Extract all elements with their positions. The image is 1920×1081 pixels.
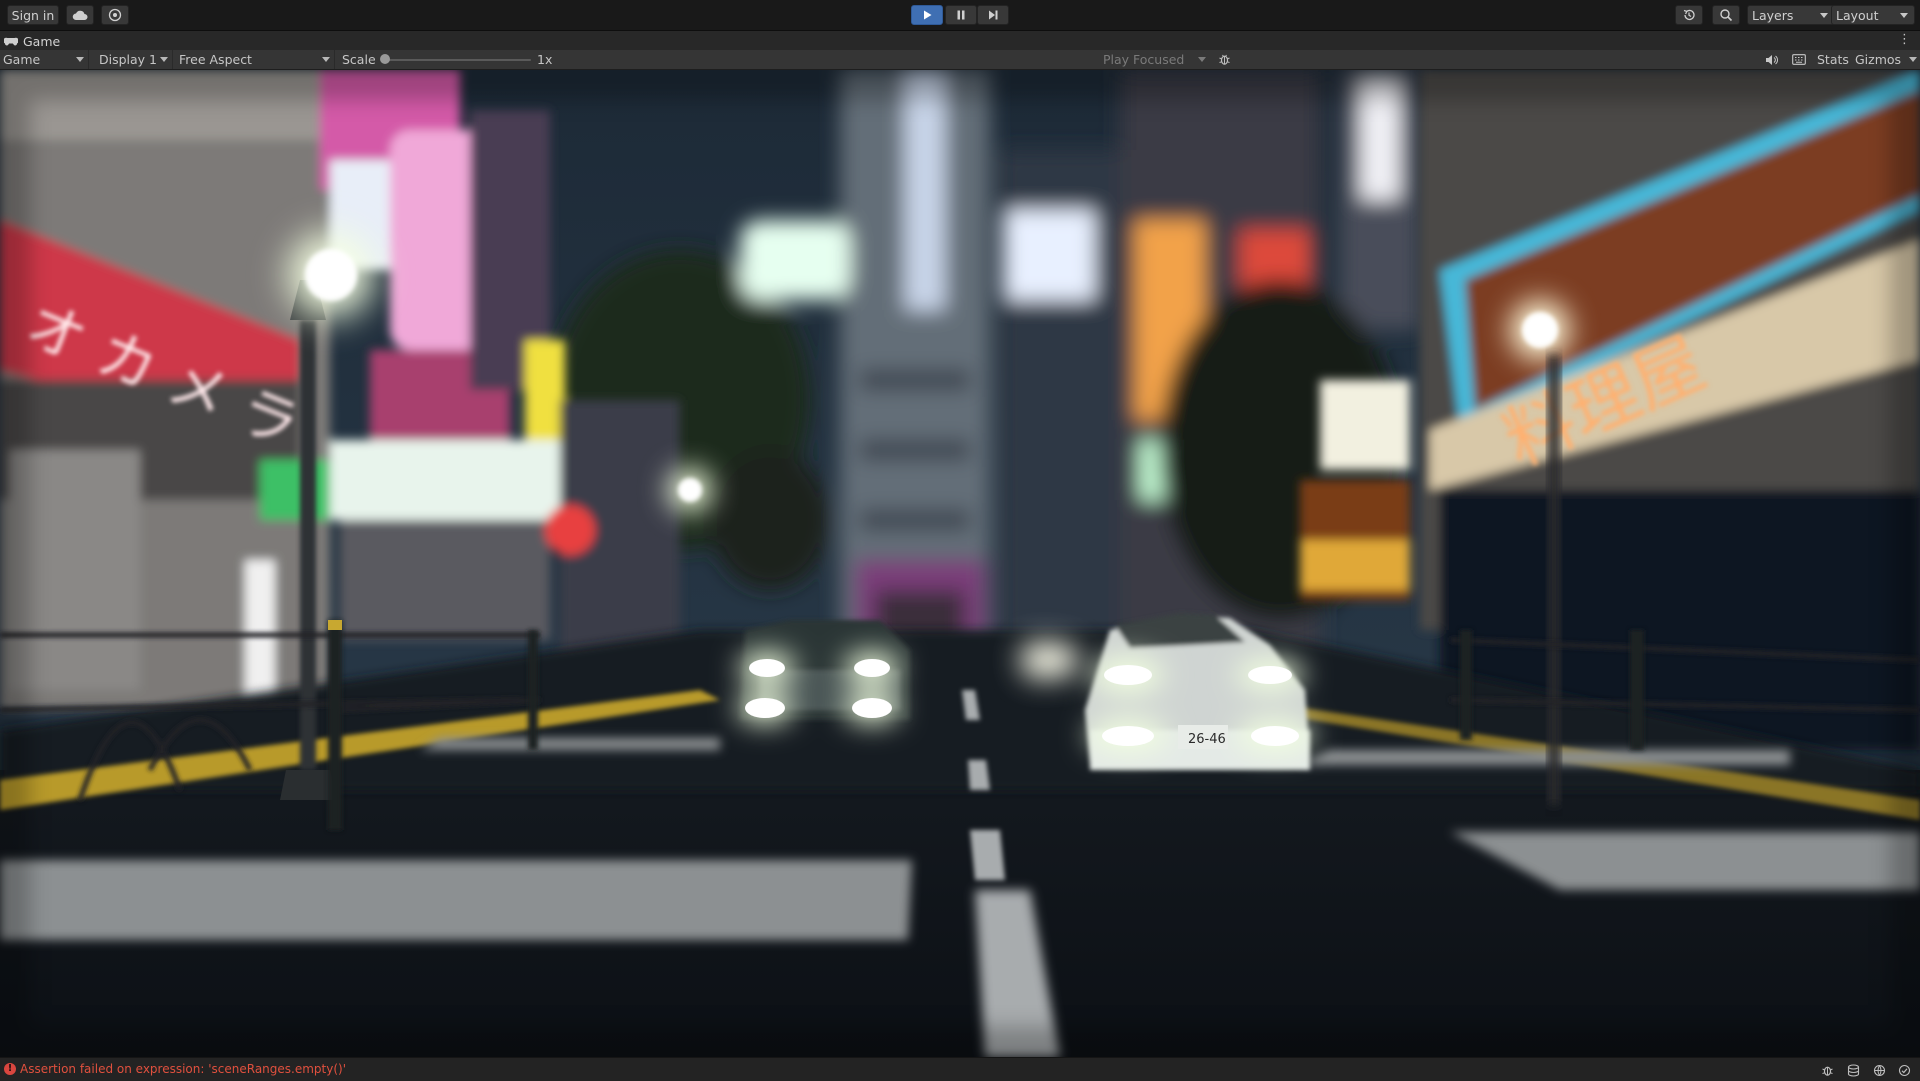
stats-button[interactable]: Stats (1817, 52, 1849, 67)
chevron-down-icon (322, 57, 330, 62)
sign-in-button[interactable]: Sign in (7, 5, 59, 25)
cache-server-button[interactable] (1845, 1062, 1861, 1078)
collaborate-button[interactable] (101, 5, 129, 25)
view-mode-dropdown[interactable]: Game (0, 50, 89, 69)
scale-label: Scale (342, 52, 376, 67)
aspect-dropdown[interactable]: Free Aspect (176, 50, 335, 69)
game-render: オ カ メ ラ 料理屋 26-46 (0, 70, 1920, 1057)
layout-label: Layout (1836, 7, 1879, 23)
pause-button[interactable] (945, 5, 977, 25)
chevron-down-icon (1198, 57, 1206, 62)
history-icon (1683, 9, 1695, 21)
keyboard-icon (1792, 54, 1806, 65)
play-icon (924, 10, 932, 20)
tab-game-label: Game (23, 33, 61, 49)
gizmos-dropdown[interactable]: Gizmos (1855, 50, 1917, 69)
view-mode-label: Game (3, 52, 41, 67)
frame-debugger-button[interactable] (1215, 51, 1233, 68)
layers-label: Layers (1752, 7, 1794, 23)
progress-button[interactable] (1896, 1062, 1912, 1078)
tab-game[interactable]: Game (4, 32, 60, 50)
check-circle-icon (1898, 1064, 1910, 1076)
cloud-icon (72, 10, 88, 20)
console-error-message[interactable]: Assertion failed on expression: 'sceneRa… (20, 1062, 346, 1076)
bug-icon (1821, 1066, 1833, 1076)
search-button[interactable] (1712, 5, 1740, 25)
play-mode-dropdown[interactable]: Play Focused (1100, 50, 1210, 69)
chevron-down-icon (1820, 13, 1828, 18)
display-label: Display 1 (99, 52, 158, 67)
game-view-toolbar: Game Display 1 Free Aspect Scale 1x Play… (0, 50, 1920, 70)
gizmos-label: Gizmos (1855, 52, 1902, 67)
window-tab-strip: Game ⋮ (0, 31, 1920, 50)
network-icon (1873, 1064, 1885, 1076)
speaker-icon (1765, 54, 1778, 65)
collab-icon (108, 8, 122, 22)
scale-value: 1x (537, 52, 553, 67)
pause-icon (957, 10, 965, 20)
console-status-bar[interactable]: ! Assertion failed on expression: 'scene… (0, 1057, 1920, 1081)
chevron-down-icon (76, 57, 84, 62)
database-icon (1847, 1063, 1859, 1077)
layout-dropdown[interactable]: Layout (1831, 5, 1915, 25)
layers-dropdown[interactable]: Layers (1747, 5, 1835, 25)
chevron-down-icon (1900, 13, 1908, 18)
main-toolbar: Sign in Layers Layout (0, 0, 1920, 31)
license-plate: 26-46 (1188, 732, 1226, 747)
scale-slider-track[interactable] (385, 59, 531, 61)
search-icon (1720, 9, 1733, 22)
cloud-button[interactable] (66, 5, 94, 25)
display-dropdown[interactable]: Display 1 (96, 50, 173, 69)
game-viewport[interactable]: オ カ メ ラ 料理屋 26-46 (0, 70, 1920, 1057)
tab-options-icon[interactable]: ⋮ (1898, 33, 1911, 47)
mute-audio-button[interactable] (1762, 51, 1780, 68)
bug-icon (1218, 54, 1230, 65)
chevron-down-icon (160, 57, 168, 62)
step-button[interactable] (977, 5, 1009, 25)
aspect-label: Free Aspect (179, 52, 252, 67)
gamepad-icon (4, 37, 18, 45)
error-icon: ! (4, 1063, 16, 1075)
step-icon (989, 10, 998, 20)
undo-history-button[interactable] (1675, 5, 1703, 25)
play-mode-label: Play Focused (1103, 52, 1185, 67)
scale-slider-handle[interactable] (380, 54, 390, 64)
chevron-down-icon (1909, 57, 1917, 62)
shortcuts-button[interactable] (1790, 51, 1808, 68)
play-button[interactable] (911, 5, 943, 25)
network-button[interactable] (1871, 1062, 1887, 1078)
debug-mode-button[interactable] (1819, 1062, 1835, 1078)
